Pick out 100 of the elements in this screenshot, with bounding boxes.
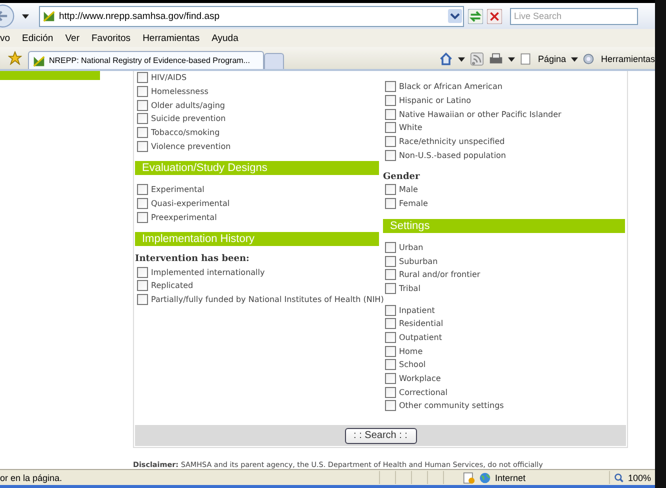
checkbox[interactable] <box>385 269 396 280</box>
globe-icon <box>478 472 491 484</box>
zoom-icon[interactable] <box>614 472 624 482</box>
checkbox[interactable] <box>137 266 148 278</box>
section-header: Settings <box>383 218 625 232</box>
status-text: or en la página. <box>0 472 64 482</box>
checkbox[interactable] <box>385 359 396 370</box>
checkbox-label[interactable]: Inpatient <box>399 306 435 315</box>
checkbox[interactable] <box>137 113 148 124</box>
menu-item[interactable]: Ver <box>65 32 80 44</box>
page-menu[interactable]: Página <box>538 54 566 64</box>
checkbox[interactable] <box>385 318 396 330</box>
refresh-icon[interactable] <box>468 8 483 24</box>
checkbox[interactable] <box>137 140 148 152</box>
checkbox-label[interactable]: Replicated <box>151 281 194 290</box>
checkbox[interactable] <box>385 282 396 294</box>
caret-icon[interactable] <box>22 14 29 18</box>
gear-icon[interactable] <box>582 53 594 65</box>
close-icon[interactable] <box>487 8 502 24</box>
checkbox[interactable] <box>385 150 396 161</box>
zoom-level[interactable]: 100% <box>628 472 655 482</box>
checkbox[interactable] <box>385 95 396 106</box>
checkbox-label[interactable]: Implemented internationally <box>151 268 265 277</box>
tools-menu[interactable]: Herramientas <box>600 54 655 64</box>
checkbox[interactable] <box>137 72 148 84</box>
checkbox-label[interactable]: Preexperimental <box>151 212 217 222</box>
checkbox-label[interactable]: School <box>399 360 426 370</box>
checkbox-label[interactable]: Homelessness <box>151 87 208 96</box>
zone-text: Internet <box>494 472 526 482</box>
checkbox-label[interactable]: Race/ethnicity unspecified <box>399 137 505 146</box>
menu-item[interactable]: Favoritos <box>91 32 131 44</box>
checkbox[interactable] <box>385 256 396 267</box>
checkbox-label[interactable]: White <box>399 123 422 132</box>
page-icon <box>43 10 55 22</box>
checkbox[interactable] <box>385 373 396 384</box>
checkbox-label[interactable]: HIV/AIDS <box>151 73 187 82</box>
menu-item[interactable]: Ayuda <box>212 32 238 44</box>
checkbox-label[interactable]: Female <box>399 199 428 208</box>
page-icon[interactable] <box>520 53 531 65</box>
menu-item[interactable]: Herramientas <box>142 32 200 44</box>
checkbox[interactable] <box>385 242 396 253</box>
search-button[interactable]: : : Search : : <box>344 428 416 444</box>
checkbox-label[interactable]: Quasi-experimental <box>151 199 230 208</box>
checkbox-label[interactable]: Home <box>399 346 423 356</box>
checkbox-label[interactable]: Native Hawaiian or other Pacific Islander <box>399 110 562 119</box>
checkbox-label[interactable]: Suburban <box>399 256 438 266</box>
checkbox-label[interactable]: Male <box>399 185 418 194</box>
checkbox-label[interactable]: Urban <box>399 242 424 252</box>
checkbox-label[interactable]: Other community settings <box>399 401 504 410</box>
checkbox[interactable] <box>385 108 396 120</box>
checkbox[interactable] <box>137 294 148 305</box>
checkbox[interactable] <box>385 184 396 196</box>
checkbox[interactable] <box>385 136 396 148</box>
group-label: Gender <box>383 172 421 184</box>
dropdown-icon[interactable] <box>448 9 462 23</box>
checkbox[interactable] <box>385 304 396 316</box>
caret-icon[interactable] <box>570 56 578 62</box>
checkbox[interactable] <box>137 212 148 223</box>
checkbox[interactable] <box>137 184 148 196</box>
checkbox[interactable] <box>385 332 396 343</box>
checkbox-label[interactable]: Black or African American <box>399 82 502 92</box>
checkbox[interactable] <box>385 81 396 92</box>
checkbox[interactable] <box>385 400 396 412</box>
star-icon[interactable] <box>8 51 22 65</box>
caret-icon[interactable] <box>458 56 465 62</box>
checkbox-label[interactable]: Partially/fully funded by National Institutes of Health (NIH) <box>151 294 384 304</box>
caret-icon[interactable] <box>508 56 515 62</box>
home-icon[interactable] <box>438 52 453 66</box>
feed-icon[interactable] <box>470 52 484 66</box>
warning-page-icon <box>462 472 475 484</box>
checkbox-label[interactable]: Correctional <box>399 388 448 397</box>
checkbox[interactable] <box>137 280 148 292</box>
checkbox-label[interactable]: Rural and/or frontier <box>399 270 480 280</box>
checkbox-label[interactable]: Outpatient <box>399 332 442 342</box>
print-icon[interactable] <box>488 52 503 66</box>
checkbox[interactable] <box>137 86 148 98</box>
checkbox-label[interactable]: Tobacco/smoking <box>151 128 220 138</box>
section-header: Implementation History <box>135 232 379 246</box>
browser-tab[interactable]: NREPP: National Registry of Evidence-based Program... <box>28 51 264 69</box>
checkbox[interactable] <box>385 386 396 398</box>
address-field[interactable]: http://www.nrepp.samhsa.gov/find.asp <box>39 6 464 26</box>
checkbox[interactable] <box>385 346 396 357</box>
checkbox[interactable] <box>385 122 396 134</box>
checkbox-label[interactable]: Workplace <box>399 374 441 384</box>
menu-item[interactable]: vo <box>0 32 10 44</box>
checkbox-label[interactable]: Tribal <box>399 284 420 293</box>
checkbox-label[interactable]: Older adults/aging <box>151 100 225 110</box>
menu-item[interactable]: Edición <box>22 32 54 44</box>
checkbox[interactable] <box>137 127 148 138</box>
checkbox-label[interactable]: Experimental <box>151 185 204 194</box>
checkbox-label[interactable]: Violence prevention <box>151 142 231 151</box>
page-icon <box>33 54 45 66</box>
checkbox-label[interactable]: Residential <box>399 319 444 328</box>
search-field[interactable]: Live Search <box>510 8 638 24</box>
checkbox-label[interactable]: Suicide prevention <box>151 114 226 124</box>
checkbox-label[interactable]: Non-U.S.-based population <box>399 150 506 160</box>
checkbox[interactable] <box>385 198 396 210</box>
checkbox[interactable] <box>137 198 148 210</box>
checkbox[interactable] <box>137 100 148 111</box>
checkbox-label[interactable]: Hispanic or Latino <box>399 96 472 106</box>
